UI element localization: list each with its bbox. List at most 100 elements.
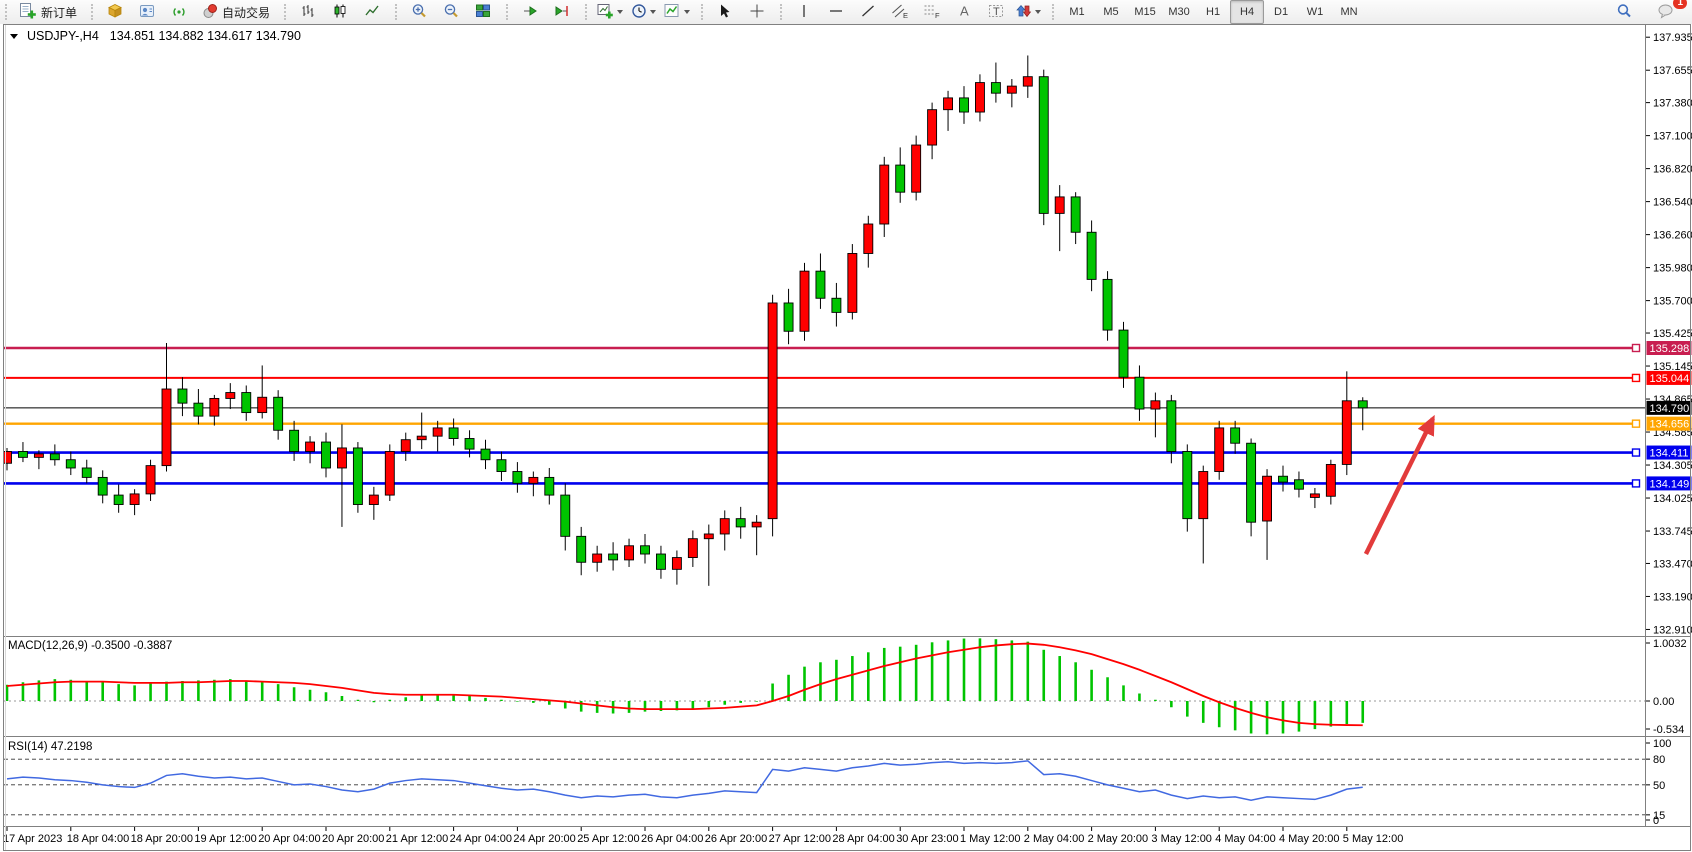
chart-title: USDJPY-,H4 134.851 134.882 134.617 134.7… — [10, 29, 301, 43]
price-badge: 135.044 — [1650, 373, 1690, 385]
time-axis-label: 20 Apr 04:00 — [258, 833, 320, 845]
price-axis-tick: 135.980 — [1653, 263, 1692, 275]
candle-body — [1215, 428, 1224, 472]
time-axis-label: 2 May 04:00 — [1024, 833, 1085, 845]
candle-body — [880, 165, 889, 224]
candle-body — [465, 439, 474, 450]
candle-body — [1023, 77, 1032, 86]
price-axis-tick: 136.260 — [1653, 230, 1692, 242]
rsi-axis-tick: 80 — [1653, 754, 1665, 766]
candle-body — [720, 519, 729, 534]
price-badge: 134.149 — [1650, 478, 1690, 490]
candle-body — [178, 389, 187, 403]
price-axis-tick: 135.700 — [1653, 296, 1692, 308]
price-line-handle[interactable] — [1633, 420, 1640, 427]
candle-body — [656, 554, 665, 569]
price-axis-tick: 135.425 — [1653, 328, 1692, 340]
time-axis-label: 1 May 12:00 — [960, 833, 1021, 845]
time-axis-label: 4 May 20:00 — [1279, 833, 1340, 845]
macd-axis-tick: 0.00 — [1653, 696, 1674, 708]
price-axis-tick: 136.540 — [1653, 197, 1692, 209]
candle-body — [832, 298, 841, 312]
time-axis-label: 2 May 20:00 — [1088, 833, 1149, 845]
candle-body — [1167, 401, 1176, 452]
candle-body — [114, 495, 123, 504]
candle-body — [337, 448, 346, 468]
candle-body — [513, 472, 522, 484]
macd-axis-tick: 1.0032 — [1653, 638, 1687, 650]
price-axis-tick: 137.380 — [1653, 98, 1692, 110]
candle-body — [593, 554, 602, 562]
candle-body — [752, 522, 761, 527]
price-axis-tick: 137.935 — [1653, 32, 1692, 44]
macd-indicator-label: MACD(12,26,9) -0.3500 -0.3887 — [8, 640, 172, 652]
chart-canvas[interactable]: 137.935137.655137.380137.100136.820136.5… — [0, 0, 1692, 852]
candle-body — [1183, 451, 1192, 518]
price-line-handle[interactable] — [1633, 344, 1640, 351]
candle-body — [1279, 476, 1288, 482]
candle-body — [1231, 428, 1240, 443]
candle-body — [1326, 464, 1335, 496]
candle-body — [1263, 476, 1272, 521]
candle-body — [449, 428, 458, 439]
price-line-handle[interactable] — [1633, 449, 1640, 456]
candle-body — [529, 477, 538, 483]
candle-body — [1039, 77, 1048, 214]
time-axis-label: 18 Apr 04:00 — [67, 833, 129, 845]
candle-body — [210, 398, 219, 416]
time-axis-label: 21 Apr 12:00 — [386, 833, 448, 845]
time-axis-label: 27 Apr 12:00 — [769, 833, 831, 845]
rsi-indicator-label: RSI(14) 47.2198 — [8, 741, 92, 753]
time-axis-label: 24 Apr 04:00 — [450, 833, 512, 845]
candle-body — [497, 460, 506, 472]
candle-body — [991, 83, 1000, 94]
candle-body — [194, 403, 203, 416]
candle-body — [34, 454, 43, 458]
candle-body — [912, 145, 921, 192]
candle-body — [306, 442, 315, 451]
time-axis-label: 26 Apr 20:00 — [705, 833, 767, 845]
candle-body — [1151, 401, 1160, 409]
candle-body — [688, 539, 697, 558]
candle-body — [704, 534, 713, 539]
candle-body — [800, 271, 809, 331]
candle-body — [768, 303, 777, 519]
chart-symbol-period: USDJPY-,H4 — [27, 29, 99, 43]
candle-body — [353, 448, 362, 505]
price-axis-tick: 133.190 — [1653, 591, 1692, 603]
price-line-handle[interactable] — [1633, 374, 1640, 381]
price-axis-tick: 134.305 — [1653, 460, 1692, 472]
rsi-axis-tick: 0 — [1653, 815, 1659, 827]
candle-body — [18, 451, 27, 457]
time-axis-label: 18 Apr 20:00 — [131, 833, 193, 845]
candle-body — [1087, 232, 1096, 279]
candle-body — [641, 546, 650, 554]
rsi-axis-tick: 100 — [1653, 738, 1671, 750]
time-axis-label: 30 Apr 23:00 — [896, 833, 958, 845]
candle-body — [1294, 480, 1303, 489]
candle-body — [242, 393, 251, 413]
price-line-handle[interactable] — [1633, 480, 1640, 487]
candle-body — [944, 98, 953, 110]
candle-body — [1135, 377, 1144, 409]
chart-menu-caret-icon[interactable] — [10, 34, 18, 39]
candle-body — [816, 271, 825, 298]
chart-ohlc-values: 134.851 134.882 134.617 134.790 — [110, 29, 301, 43]
candle-body — [385, 451, 394, 495]
time-axis-label: 17 Apr 2023 — [3, 833, 62, 845]
candle-body — [274, 397, 283, 430]
trading-terminal-window: 新订单 自动交易 — [0, 0, 1692, 852]
macd-axis-tick: -0.534 — [1653, 724, 1684, 736]
price-axis-tick: 137.655 — [1653, 65, 1692, 77]
price-axis-tick: 133.470 — [1653, 558, 1692, 570]
candle-body — [1055, 197, 1064, 214]
time-axis-label: 24 Apr 20:00 — [513, 833, 575, 845]
candle-body — [50, 454, 59, 460]
candle-body — [130, 494, 139, 505]
candle-body — [545, 477, 554, 495]
candle-body — [401, 440, 410, 452]
candle-body — [625, 546, 634, 560]
price-badge: 135.298 — [1650, 343, 1690, 355]
candle-body — [1358, 401, 1367, 408]
candle-body — [1071, 197, 1080, 232]
